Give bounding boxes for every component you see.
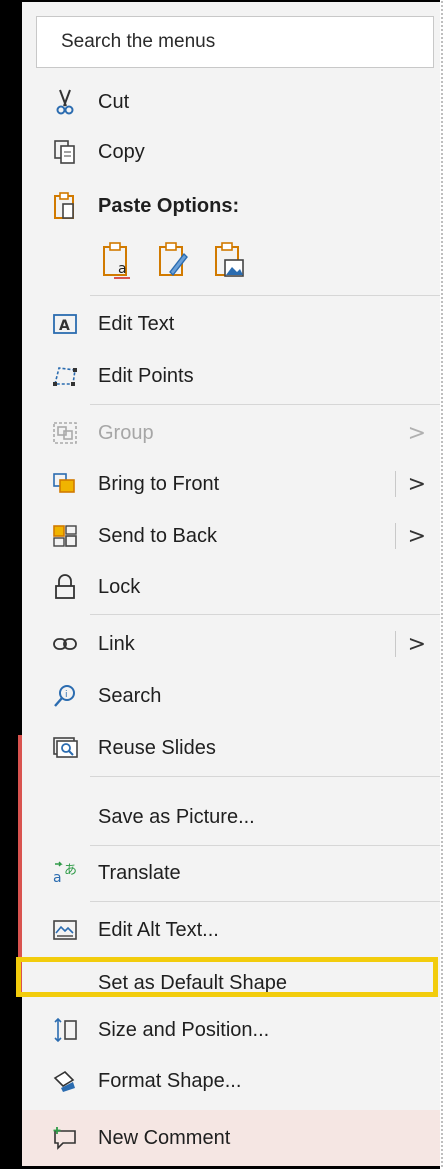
chevron-right-icon[interactable]: > xyxy=(408,632,426,657)
menu-item-search[interactable]: i Search xyxy=(22,672,440,720)
svg-text:a: a xyxy=(53,870,62,886)
split-divider xyxy=(395,471,396,497)
paste-format-icon[interactable] xyxy=(152,237,194,283)
paste-icon xyxy=(48,189,82,223)
menu-item-copy[interactable]: Copy xyxy=(22,128,440,176)
bring-to-front-icon xyxy=(48,467,82,501)
split-divider xyxy=(395,631,396,657)
menu-item-edit-alt-text[interactable]: Edit Alt Text... xyxy=(22,906,440,954)
edit-points-icon xyxy=(48,359,82,393)
size-position-icon xyxy=(48,1013,82,1047)
menu-item-set-as-default-shape[interactable]: Set as Default Shape xyxy=(22,958,440,998)
menu-item-label: Lock xyxy=(98,575,141,598)
menu-item-translate[interactable]: aあ Translate xyxy=(22,849,440,897)
split-divider xyxy=(395,523,396,549)
menu-item-label: Send to Back xyxy=(98,524,217,547)
separator xyxy=(90,295,440,296)
chevron-right-icon: > xyxy=(407,420,426,446)
menu-item-lock[interactable]: Lock xyxy=(22,563,440,611)
menu-item-label: Size and Position... xyxy=(98,1018,270,1041)
svg-text:あ: あ xyxy=(64,863,77,878)
translate-icon: aあ xyxy=(48,856,82,890)
menu-item-send-to-back[interactable]: Send to Back > xyxy=(22,512,440,560)
copy-icon xyxy=(48,135,82,169)
menu-item-label: Group xyxy=(98,421,154,444)
svg-text:i: i xyxy=(65,690,68,700)
paste-options-row: a xyxy=(96,232,250,288)
search-menus-box[interactable] xyxy=(36,16,434,68)
scissors-icon xyxy=(48,85,82,119)
menu-item-label: New Comment xyxy=(98,1126,231,1149)
menu-item-reuse-slides[interactable]: Reuse Slides xyxy=(22,724,440,772)
menu-item-label: Bring to Front xyxy=(98,472,220,495)
separator xyxy=(90,404,440,405)
reuse-slides-icon xyxy=(48,731,82,765)
menu-item-save-as-picture[interactable]: Save as Picture... xyxy=(22,793,440,841)
separator xyxy=(90,614,440,615)
svg-text:a: a xyxy=(118,261,127,277)
slide-dotted-edge xyxy=(440,0,444,1169)
edit-text-icon: A xyxy=(48,307,82,341)
menu-item-edit-text[interactable]: A Edit Text xyxy=(22,300,440,348)
menu-item-edit-points[interactable]: Edit Points xyxy=(22,352,440,400)
send-to-back-icon xyxy=(48,519,82,553)
separator xyxy=(90,901,440,902)
menu-item-label: Edit Text xyxy=(98,312,175,335)
menu-item-label: Set as Default Shape xyxy=(98,972,288,994)
separator xyxy=(90,776,440,777)
paste-text-icon[interactable]: a xyxy=(96,237,138,283)
context-menu: Cut Copy Paste Options: a A Edit Text xyxy=(22,2,440,1166)
menu-item-label: Link xyxy=(98,632,135,655)
menu-item-bring-to-front[interactable]: Bring to Front > xyxy=(22,460,440,508)
menu-header-paste-options: Paste Options: xyxy=(22,182,440,230)
menu-item-label: Save as Picture... xyxy=(98,805,255,828)
link-icon xyxy=(48,627,82,661)
menu-item-new-comment[interactable]: New Comment xyxy=(22,1110,440,1166)
comment-icon xyxy=(48,1121,82,1155)
paste-picture-icon[interactable] xyxy=(208,237,250,283)
menu-item-label: Reuse Slides xyxy=(98,736,216,759)
chevron-right-icon[interactable]: > xyxy=(408,472,426,497)
menu-item-link[interactable]: Link > xyxy=(22,620,440,668)
menu-item-label: Edit Alt Text... xyxy=(98,918,219,941)
search-icon: i xyxy=(48,679,82,713)
menu-item-group[interactable]: Group > xyxy=(22,409,440,457)
menu-item-label: Cut xyxy=(98,90,130,113)
menu-item-label: Format Shape... xyxy=(98,1069,242,1092)
svg-text:A: A xyxy=(59,318,70,334)
menu-item-label: Translate xyxy=(98,861,181,884)
menu-item-label: Copy xyxy=(98,140,145,163)
lock-icon xyxy=(48,570,82,604)
group-icon xyxy=(48,416,82,450)
format-shape-icon xyxy=(48,1064,82,1098)
separator xyxy=(90,845,440,846)
menu-item-cut[interactable]: Cut xyxy=(22,78,440,126)
search-menus-input[interactable] xyxy=(37,17,433,67)
menu-item-label: Edit Points xyxy=(98,364,194,387)
menu-item-label: Search xyxy=(98,684,162,707)
alt-text-icon xyxy=(48,913,82,947)
chevron-right-icon[interactable]: > xyxy=(408,524,426,549)
menu-item-format-shape[interactable]: Format Shape... xyxy=(22,1057,440,1105)
menu-item-label: Paste Options: xyxy=(98,194,240,217)
menu-item-size-and-position[interactable]: Size and Position... xyxy=(22,1006,440,1054)
